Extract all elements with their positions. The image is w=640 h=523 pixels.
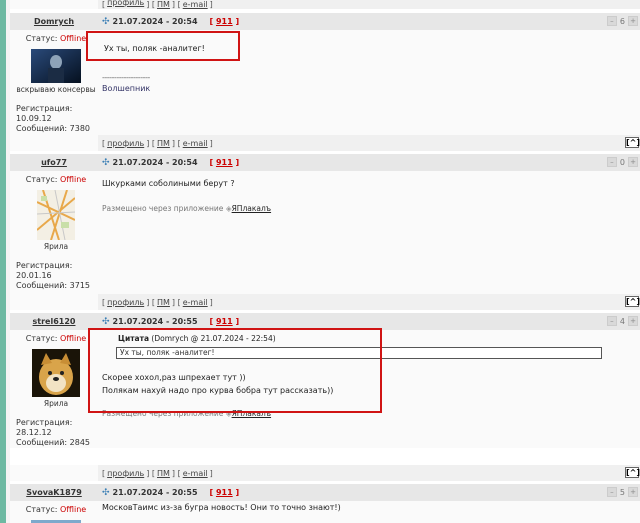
username[interactable]: strel6120 [10, 313, 98, 330]
rating-value: 0 [619, 157, 625, 167]
minus-icon[interactable]: – [606, 16, 617, 26]
minus-icon[interactable]: – [606, 487, 617, 497]
post-actions-bar: [профиль] [ПМ] [e-mail] [^] [10, 294, 640, 310]
user-stats: Регистрация: 28.12.12 Сообщений: 2845 [16, 418, 90, 447]
post-actions-bar: [профиль] [ПМ] [e-mail] [10, 0, 640, 9]
user-title: Ярила [43, 399, 69, 408]
post-body: Статус: Offline Ярила Регистрация: 20.01… [10, 171, 640, 294]
post-header: Domrych ✣ 21.07.2024 - 20:54 [ 911 ] – 6… [10, 13, 640, 30]
user-status: Статус: Offline [25, 34, 87, 43]
email-link[interactable]: e-mail [183, 139, 208, 148]
email-link[interactable]: e-mail [183, 469, 208, 478]
user-stats: Регистрация: 10.09.12 Сообщений: 7380 [16, 104, 90, 133]
rating: – 0 + [606, 157, 638, 167]
user-title: Ярила [43, 242, 69, 251]
post-header: SvovaK1879 ✣ 21.07.2024 - 20:55 [ 911 ] … [10, 484, 640, 501]
posted-via: Размещено через приложение ◈ЯПлакалъ [102, 204, 272, 213]
plus-icon[interactable]: + [628, 487, 638, 497]
post-date: 21.07.2024 - 20:55 [112, 317, 198, 326]
rating: – 6 + [606, 16, 638, 26]
avatar [31, 49, 81, 83]
post-body: Статус: Offline вскрываю консервы Регист… [10, 30, 640, 135]
post-body: Статус: Offline МосковТаимс из-за бугра … [10, 501, 640, 523]
anchor-icon[interactable]: ✣ [102, 317, 110, 327]
username[interactable]: SvovaK1879 [10, 484, 98, 501]
scroll-top-button[interactable]: [^] [625, 296, 640, 307]
username[interactable]: ufo77 [10, 154, 98, 171]
plus-icon[interactable]: + [628, 316, 638, 326]
profile-link[interactable]: профиль [107, 298, 144, 307]
minus-icon[interactable]: – [606, 316, 617, 326]
user-stats: Регистрация: 20.01.16 Сообщений: 3715 [16, 261, 90, 290]
post-number[interactable]: [ 911 ] [210, 488, 240, 497]
post-text: Шкурками соболиными берут ? [102, 179, 235, 188]
post-number[interactable]: [ 911 ] [210, 158, 240, 167]
avatar [32, 349, 80, 397]
email-link[interactable]: e-mail [183, 0, 208, 9]
user-status: Статус: Offline [25, 505, 87, 514]
plus-icon[interactable]: + [628, 157, 638, 167]
anchor-icon[interactable]: ✣ [102, 17, 110, 27]
plus-icon[interactable]: + [628, 16, 638, 26]
post-date: 21.07.2024 - 20:54 [112, 158, 198, 167]
anchor-icon[interactable]: ✣ [102, 488, 110, 498]
minus-icon[interactable]: – [606, 157, 617, 167]
rating-value: 5 [619, 487, 625, 497]
post-date: 21.07.2024 - 20:54 [112, 17, 198, 26]
post-actions-bar: [профиль] [ПМ] [e-mail] [^] [10, 135, 640, 151]
email-link[interactable]: e-mail [183, 298, 208, 307]
scroll-top-button[interactable]: [^] [625, 467, 640, 478]
post-number[interactable]: [ 911 ] [210, 317, 240, 326]
profile-link[interactable]: профиль [107, 0, 144, 7]
profile-link[interactable]: профиль [107, 139, 144, 148]
post-actions-bar: [профиль] [ПМ] [e-mail] [^] [10, 465, 640, 481]
pm-link[interactable]: ПМ [157, 0, 170, 9]
post-text: МосковТаимс из-за бугра новость! Они то … [102, 503, 341, 512]
user-status: Статус: Offline [25, 334, 87, 343]
forum-thread: [профиль] [ПМ] [e-mail] Domrych ✣ 21.07.… [10, 0, 640, 523]
rating: – 5 + [606, 487, 638, 497]
post-date: 21.07.2024 - 20:55 [112, 488, 198, 497]
pm-link[interactable]: ПМ [157, 298, 170, 307]
anchor-icon[interactable]: ✣ [102, 158, 110, 168]
rating: – 4 + [606, 316, 638, 326]
highlight-box [86, 31, 240, 61]
scroll-top-button[interactable]: [^] [625, 137, 640, 148]
post-body: Статус: Offline Ярила Регистрация: 28.12… [10, 328, 640, 448]
profile-link[interactable]: профиль [107, 469, 144, 478]
app-link[interactable]: ЯПлакалъ [232, 204, 271, 213]
rating-value: 6 [619, 16, 625, 26]
post-header: ufo77 ✣ 21.07.2024 - 20:54 [ 911 ] – 0 + [10, 154, 640, 171]
highlight-box [88, 328, 382, 413]
avatar [37, 190, 75, 240]
rating-value: 4 [619, 316, 625, 326]
username[interactable]: Domrych [10, 13, 98, 30]
user-status: Статус: Offline [25, 175, 87, 184]
post-number[interactable]: [ 911 ] [210, 17, 240, 26]
pm-link[interactable]: ПМ [157, 469, 170, 478]
signature: -------------------- Волшепник [102, 73, 151, 93]
user-title: вскрываю консервы [16, 85, 96, 94]
pm-link[interactable]: ПМ [157, 139, 170, 148]
